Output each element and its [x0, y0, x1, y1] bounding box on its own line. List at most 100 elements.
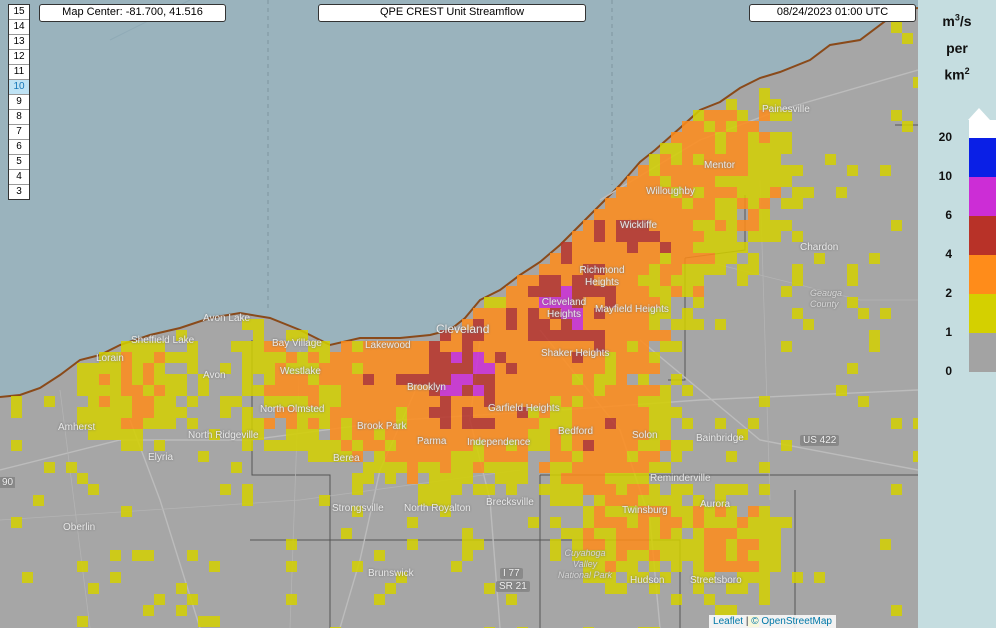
zoom-level-4[interactable]: 4: [9, 170, 29, 185]
zoom-level-5[interactable]: 5: [9, 155, 29, 170]
precip-cell: [275, 385, 286, 396]
label-aurora: Aurora: [700, 499, 731, 510]
precip-cell: [132, 407, 143, 418]
precip-cell: [187, 594, 198, 605]
zoom-level-14[interactable]: 14: [9, 20, 29, 35]
zoom-level-11[interactable]: 11: [9, 65, 29, 80]
precip-cell: [451, 561, 462, 572]
zoom-level-12[interactable]: 12: [9, 50, 29, 65]
precip-cell: [506, 594, 517, 605]
zoom-level-9[interactable]: 9: [9, 95, 29, 110]
precip-cell: [440, 462, 451, 473]
precip-cell: [583, 440, 594, 451]
precip-cell: [110, 572, 121, 583]
precip-cell: [737, 132, 748, 143]
precip-cell: [352, 473, 363, 484]
precip-cell: [847, 165, 858, 176]
precip-cell: [649, 286, 660, 297]
precip-cell: [418, 484, 429, 495]
map-view[interactable]: Painesville Mentor Willoughby Wickliffe …: [0, 0, 918, 628]
precip-cell: [396, 352, 407, 363]
precip-cell: [715, 187, 726, 198]
precip-cell: [737, 187, 748, 198]
precip-cell: [242, 418, 253, 429]
precip-cell: [616, 363, 627, 374]
precip-cell: [154, 374, 165, 385]
precip-cell: [429, 407, 440, 418]
precip-cell: [99, 429, 110, 440]
precip-cell: [704, 121, 715, 132]
precip-cell: [561, 275, 572, 286]
precip-cell: [704, 264, 715, 275]
precip-cell: [484, 363, 495, 374]
precip-cell: [869, 253, 880, 264]
precip-cell: [638, 473, 649, 484]
precip-cell: [671, 231, 682, 242]
precip-cell: [693, 539, 704, 550]
zoom-level-7[interactable]: 7: [9, 125, 29, 140]
zoom-level-15[interactable]: 15: [9, 5, 29, 20]
precip-cell: [825, 154, 836, 165]
precip-cell: [363, 374, 374, 385]
precip-cell: [594, 242, 605, 253]
precip-cell: [715, 176, 726, 187]
precip-cell: [737, 198, 748, 209]
precip-cell: [704, 132, 715, 143]
precip-cell: [759, 143, 770, 154]
precip-cell: [572, 473, 583, 484]
leaflet-link[interactable]: Leaflet: [713, 616, 743, 627]
precip-cell: [352, 484, 363, 495]
label-brunswick: Brunswick: [368, 568, 414, 579]
zoom-level-8[interactable]: 8: [9, 110, 29, 125]
zoom-level-list[interactable]: 15 14 13 12 11 10 9 8 7 6 5 4 3: [8, 4, 30, 200]
precip-cell: [374, 363, 385, 374]
precip-cell: [660, 154, 671, 165]
precip-cell: [660, 242, 671, 253]
precip-cell: [22, 572, 33, 583]
precip-cell: [693, 264, 704, 275]
label-elyria: Elyria: [148, 452, 174, 463]
precip-cell: [748, 418, 759, 429]
precip-cell: [539, 484, 550, 495]
precip-cell: [671, 440, 682, 451]
zoom-level-6[interactable]: 6: [9, 140, 29, 155]
precip-cell: [704, 231, 715, 242]
precip-cell: [660, 418, 671, 429]
precip-cell: [792, 165, 803, 176]
precip-cell: [308, 418, 319, 429]
label-lorain: Lorain: [96, 353, 124, 364]
precip-cell: [407, 418, 418, 429]
precip-cell: [627, 385, 638, 396]
precip-cell: [594, 220, 605, 231]
precip-cell: [341, 407, 352, 418]
precip-cell: [253, 418, 264, 429]
precip-cell: [583, 517, 594, 528]
precip-cell: [605, 484, 616, 495]
precip-cell: [715, 517, 726, 528]
precip-cell: [781, 440, 792, 451]
precip-cell: [407, 517, 418, 528]
precip-cell: [605, 363, 616, 374]
precip-cell: [682, 517, 693, 528]
precip-cell: [550, 484, 561, 495]
precip-cell: [99, 407, 110, 418]
precip-cell: [407, 539, 418, 550]
precip-cell: [726, 539, 737, 550]
precip-cell: [759, 209, 770, 220]
precip-cell: [891, 418, 902, 429]
osm-link[interactable]: © OpenStreetMap: [751, 616, 832, 627]
precip-cell: [704, 550, 715, 561]
zoom-level-10[interactable]: 10: [9, 80, 29, 95]
zoom-level-3[interactable]: 3: [9, 185, 29, 199]
label-solon: Solon: [632, 430, 658, 441]
precip-cell: [627, 341, 638, 352]
precip-cell: [649, 396, 660, 407]
precip-cell: [308, 429, 319, 440]
precip-cell: [693, 110, 704, 121]
precip-cell: [616, 429, 627, 440]
zoom-level-13[interactable]: 13: [9, 35, 29, 50]
precip-cell: [748, 264, 759, 275]
precip-cell: [649, 561, 660, 572]
precip-cell: [253, 319, 264, 330]
precip-cell: [704, 187, 715, 198]
